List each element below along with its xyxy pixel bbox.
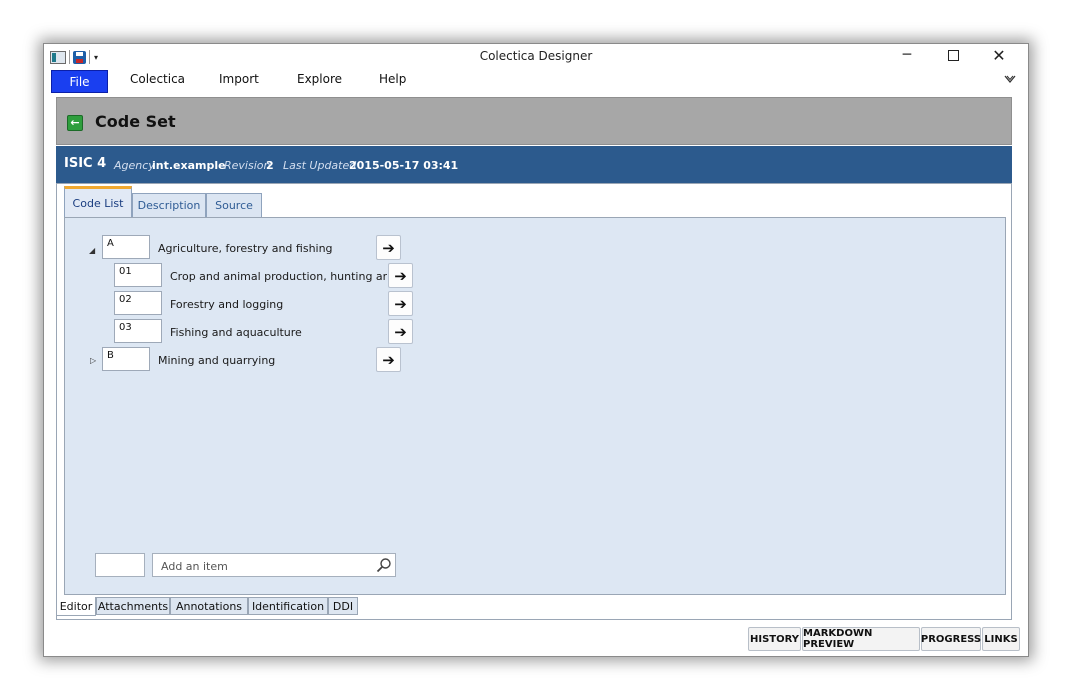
page-title: Code Set xyxy=(95,112,176,131)
agency-label: Agency xyxy=(114,159,155,172)
page-header: ← Code Set xyxy=(56,97,1012,145)
editor-panel: Code List Description Source ◢ A Agricul… xyxy=(56,183,1012,620)
markdown-preview-button[interactable]: MARKDOWN PREVIEW xyxy=(802,627,920,651)
tab-annotations[interactable]: Annotations xyxy=(170,597,248,615)
app-window: ▾ Colectica Designer ─ ✕ File Colectica … xyxy=(43,43,1029,657)
history-button[interactable]: HISTORY xyxy=(748,627,801,651)
code-field[interactable]: 01 xyxy=(114,263,162,287)
editor-content: ← Code Set ISIC 4 Agency int.example Rev… xyxy=(56,97,1020,667)
progress-button[interactable]: PROGRESS xyxy=(921,627,981,651)
navigate-arrow-button[interactable]: ➔ xyxy=(388,319,413,344)
tab-source[interactable]: Source xyxy=(206,193,262,217)
last-updated-value: 2015-05-17 03:41 xyxy=(349,159,459,172)
code-label[interactable]: Forestry and logging xyxy=(170,298,283,311)
tab-identification[interactable]: Identification xyxy=(248,597,328,615)
revision-value: 2 xyxy=(266,159,274,172)
expand-arrow-icon[interactable]: ▷ xyxy=(90,356,96,365)
menu-file[interactable]: File xyxy=(51,70,108,93)
item-name: ISIC 4 xyxy=(64,156,107,171)
collapse-ribbon-icon[interactable] xyxy=(1004,74,1016,84)
code-label[interactable]: Crop and animal production, hunting and xyxy=(170,270,387,283)
agency-value: int.example xyxy=(152,159,226,172)
code-label[interactable]: Fishing and aquaculture xyxy=(170,326,302,339)
minimize-icon: ─ xyxy=(902,47,912,63)
code-list-panel: ◢ A Agriculture, forestry and fishing ➔ … xyxy=(64,217,1006,595)
minimize-button[interactable]: ─ xyxy=(884,44,930,66)
tab-ddi[interactable]: DDI xyxy=(328,597,358,615)
menu-colectica[interactable]: Colectica xyxy=(130,72,185,86)
navigate-arrow-button[interactable]: ➔ xyxy=(376,235,401,260)
status-bar: HISTORY MARKDOWN PREVIEW PROGRESS LINKS xyxy=(56,627,1020,653)
maximize-button[interactable] xyxy=(930,44,976,66)
menu-bar: File Colectica Import Explore Help xyxy=(44,68,1028,93)
search-icon[interactable] xyxy=(376,557,392,573)
right-arrow-icon: ➔ xyxy=(394,266,407,285)
back-arrow-icon[interactable]: ← xyxy=(67,115,83,131)
right-arrow-icon: ➔ xyxy=(394,322,407,341)
right-arrow-icon: ➔ xyxy=(394,294,407,313)
code-field[interactable]: A xyxy=(102,235,150,259)
window-title: Colectica Designer xyxy=(479,49,593,63)
code-label[interactable]: Mining and quarrying xyxy=(158,354,275,367)
navigate-arrow-button[interactable]: ➔ xyxy=(376,347,401,372)
navigate-arrow-button[interactable]: ➔ xyxy=(388,263,413,288)
right-arrow-icon: ➔ xyxy=(382,238,395,257)
add-item-box[interactable] xyxy=(152,553,396,577)
tab-attachments[interactable]: Attachments xyxy=(96,597,170,615)
tab-description[interactable]: Description xyxy=(132,193,206,217)
item-info-bar: ISIC 4 Agency int.example Revision 2 Las… xyxy=(56,146,1012,183)
close-icon: ✕ xyxy=(992,45,1006,65)
navigate-arrow-button[interactable]: ➔ xyxy=(388,291,413,316)
right-arrow-icon: ➔ xyxy=(382,350,395,369)
code-field[interactable]: 03 xyxy=(114,319,162,343)
menu-explore[interactable]: Explore xyxy=(297,72,342,86)
last-updated-label: Last Updated xyxy=(283,159,357,172)
code-field[interactable]: 02 xyxy=(114,291,162,315)
tab-code-list[interactable]: Code List xyxy=(64,186,132,217)
collapse-arrow-icon[interactable]: ◢ xyxy=(89,246,95,255)
add-item-input[interactable] xyxy=(159,555,363,577)
menu-help[interactable]: Help xyxy=(379,72,406,86)
title-bar: ▾ Colectica Designer ─ ✕ xyxy=(44,44,1028,68)
code-label[interactable]: Agriculture, forestry and fishing xyxy=(158,242,333,255)
menu-import[interactable]: Import xyxy=(219,72,259,86)
tab-editor[interactable]: Editor xyxy=(56,597,96,616)
code-field[interactable]: B xyxy=(102,347,150,371)
close-button[interactable]: ✕ xyxy=(976,44,1022,66)
links-button[interactable]: LINKS xyxy=(982,627,1020,651)
maximize-icon xyxy=(947,49,959,61)
new-code-field[interactable] xyxy=(95,553,145,577)
revision-label: Revision xyxy=(224,159,271,172)
